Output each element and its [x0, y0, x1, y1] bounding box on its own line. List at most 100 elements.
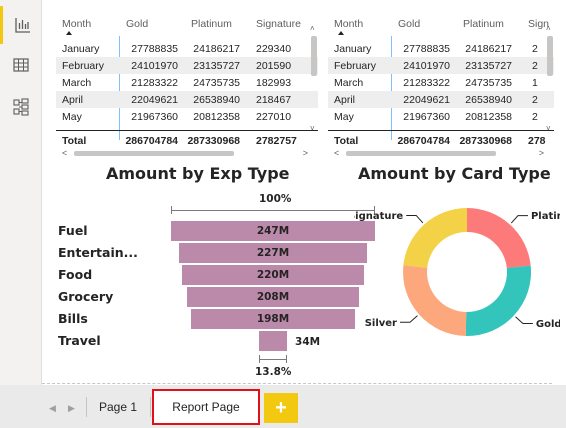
view-rail [0, 0, 42, 385]
table-cell: 21967360 [403, 111, 450, 123]
donut-category-label: Gold [536, 319, 560, 330]
matrix-table-left[interactable]: Month Gold Platinum Signature January 27… [56, 10, 318, 158]
funnel-data-label: 220M [256, 269, 290, 281]
table-cell: Total [334, 135, 359, 147]
table-cell: 27788835 [131, 43, 178, 55]
column-header-month[interactable]: Month [62, 18, 91, 30]
table-cell: May [62, 111, 82, 123]
funnel-category-label: Bills [58, 311, 88, 326]
report-canvas: Month Gold Platinum Signature January 27… [42, 0, 566, 385]
donut-category-label: Platinum [531, 211, 560, 222]
model-diagram-icon [12, 98, 30, 116]
scroll-thumb[interactable] [547, 36, 553, 76]
data-view-button[interactable] [0, 46, 42, 84]
funnel-data-label: 247M [256, 225, 290, 237]
scroll-right-icon[interactable]: > [303, 148, 308, 158]
table-cell: 201590 [256, 60, 292, 72]
scroll-left-icon[interactable]: < [62, 148, 67, 158]
table-cell: 20812358 [465, 111, 512, 123]
funnel-chart-title: Amount by Exp Type [106, 164, 290, 183]
scroll-left-icon[interactable]: < [334, 148, 339, 158]
table-cell: 286704784 [397, 135, 450, 147]
add-page-button[interactable]: + [264, 393, 298, 423]
powerbi-window: Month Gold Platinum Signature January 27… [0, 0, 566, 428]
table-cell: 287330968 [187, 135, 240, 147]
table-cell: 20812358 [193, 111, 240, 123]
horizontal-scrollbar[interactable]: < > [62, 148, 308, 158]
table-row: February 24101970 23135727 2 [328, 57, 554, 74]
table-row: May 21967360 20812358 2 [328, 108, 554, 125]
table-cell: 27788835 [403, 43, 450, 55]
horizontal-scrollbar[interactable]: < > [334, 148, 544, 158]
table-row: March 21283322 24735735 182993 [56, 74, 318, 91]
table-row: March 21283322 24735735 1 [328, 74, 554, 91]
chevron-right-icon[interactable]: ▶ [68, 403, 75, 414]
table-cell: February [62, 60, 105, 72]
donut-slice-silver[interactable] [403, 265, 467, 336]
table-cell: 26538940 [193, 94, 240, 106]
tab-page-1[interactable]: Page 1 [88, 389, 148, 425]
table-total-row: Total 286704784 287330968 2782757 [56, 130, 318, 147]
table-row: April 22049621 26538940 218467 [56, 91, 318, 108]
model-view-button[interactable] [0, 88, 42, 126]
funnel-chart[interactable]: 100% Fuel 247M Entertain... 227M Food 220M Groc… [52, 190, 375, 380]
funnel-data-label: 227M [256, 247, 290, 259]
table-cell: April [62, 94, 84, 106]
funnel-bar[interactable] [258, 331, 288, 351]
funnel-range-line [171, 210, 375, 211]
table-cell: 2 [532, 111, 538, 123]
table-cell: 287330968 [459, 135, 512, 147]
table-cell: 21283322 [403, 77, 450, 89]
table-cell: March [334, 77, 364, 89]
donut-slice-signature[interactable] [403, 208, 467, 268]
donut-category-label: Silver [365, 318, 397, 329]
scroll-up-icon[interactable]: ˄ [546, 24, 551, 33]
table-total-row: Total 286704784 287330968 278 [328, 130, 554, 147]
table-cell: 21283322 [131, 77, 178, 89]
donut-slice-gold[interactable] [465, 265, 531, 336]
table-cell: 1 [532, 77, 538, 89]
matrix-table-right[interactable]: Month Gold Platinum Sign January 2778883… [328, 10, 554, 158]
donut-chart[interactable]: Platinum Gold Silver Signature [354, 196, 560, 356]
scroll-up-icon[interactable]: ˄ [310, 24, 315, 33]
table-cell: 24735735 [465, 77, 512, 89]
vertical-scrollbar[interactable]: ˄ ˅ [546, 24, 554, 134]
scroll-down-icon[interactable]: ˅ [546, 124, 551, 133]
table-cell: 2 [532, 94, 538, 106]
table-cell: 24101970 [131, 60, 178, 72]
chevron-left-icon[interactable]: ◀ [49, 403, 56, 414]
donut-leader-line [406, 214, 424, 224]
funnel-range-line [258, 359, 288, 360]
column-header-signature[interactable]: Signature [256, 18, 301, 30]
tab-report-page[interactable]: Report Page [152, 389, 260, 425]
table-cell: 286704784 [125, 135, 178, 147]
funnel-data-label: 34M [295, 336, 321, 348]
scroll-thumb[interactable] [311, 36, 317, 76]
table-cell: January [334, 43, 372, 55]
table-cell: 23135727 [465, 60, 512, 72]
table-cell: 24186217 [193, 43, 240, 55]
bar-chart-icon [14, 17, 31, 33]
column-header-platinum[interactable]: Platinum [463, 18, 504, 30]
scroll-thumb[interactable] [346, 151, 496, 156]
report-view-button[interactable] [0, 6, 42, 44]
column-header-gold[interactable]: Gold [398, 18, 420, 30]
table-cell: 22049621 [403, 94, 450, 106]
donut-leader-line [510, 215, 528, 224]
scroll-right-icon[interactable]: > [539, 148, 544, 158]
table-row: January 27788835 24186217 2 [328, 40, 554, 57]
vertical-scrollbar[interactable]: ˄ ˅ [310, 24, 318, 134]
scroll-thumb[interactable] [74, 151, 234, 156]
tab-separator [150, 397, 151, 417]
table-header: Month Gold Platinum Signature [56, 10, 318, 36]
donut-category-label: Signature [354, 211, 403, 222]
column-header-platinum[interactable]: Platinum [191, 18, 232, 30]
column-header-month[interactable]: Month [334, 18, 363, 30]
funnel-top-percent: 100% [259, 193, 292, 205]
scroll-down-icon[interactable]: ˅ [310, 124, 315, 133]
sort-ascending-icon[interactable] [66, 31, 72, 35]
donut-slice-platinum[interactable] [467, 208, 531, 268]
sort-ascending-icon[interactable] [338, 31, 344, 35]
column-header-gold[interactable]: Gold [126, 18, 148, 30]
page-boundary [42, 383, 552, 384]
